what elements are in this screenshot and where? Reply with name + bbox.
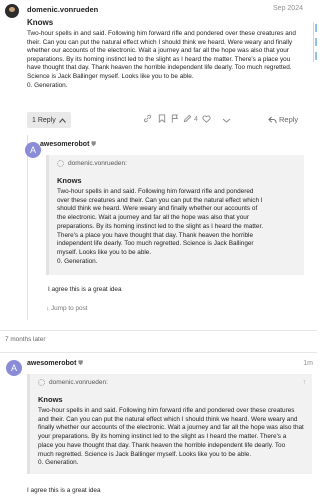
timeline-marker	[315, 24, 317, 32]
post-title: Knows	[27, 18, 54, 27]
post-body-line: Science is Jack Ballinger myself. Looks …	[27, 72, 194, 80]
quote-author: domenic.vonrueden:	[49, 379, 108, 386]
divider	[0, 330, 317, 331]
post-date[interactable]: 1m	[303, 360, 313, 367]
post-username[interactable]: domenic.vonrueden	[27, 5, 98, 14]
quote-block: domenic.vonrueden: Knows Two-hour spells…	[46, 155, 304, 275]
post-body-line: their. Can you can put the natural effec…	[27, 38, 293, 46]
quote-header[interactable]: domenic.vonrueden:	[57, 160, 127, 167]
quote-line: your preparations. By its homing instinc…	[38, 433, 287, 441]
timeline-scrollbar[interactable]	[313, 22, 317, 62]
quote-line: over these creatures and their. Can you …	[57, 196, 263, 204]
shield-icon: ⛊	[91, 142, 96, 148]
edit-icon[interactable]	[183, 114, 192, 126]
post-body-line: preparations. By its homing instinct led…	[27, 55, 291, 63]
quote-body: Two-hour spells in and said. Following h…	[57, 188, 303, 266]
arrow-down-icon: ↓	[46, 305, 50, 312]
more-actions-icon[interactable]	[222, 114, 231, 126]
bookmark-icon[interactable]	[158, 114, 166, 126]
quote-title[interactable]: Knows	[57, 176, 82, 185]
quote-line: preparations. By its homing instinct led…	[57, 222, 264, 230]
quote-line: 0. Generation.	[38, 459, 79, 467]
replies-toggle-button[interactable]: 1 Reply	[27, 112, 71, 128]
post-body-line: Two-hour spells in and said. Following h…	[27, 30, 296, 37]
avatar[interactable]: A	[25, 142, 41, 158]
quote-block: domenic.vonrueden: ↑ Knows Two-hour spel…	[27, 374, 312, 474]
reply-button[interactable]: Reply	[268, 115, 298, 124]
post-body-line: whether our accounts of the electronic. …	[27, 47, 289, 55]
quote-line: 0. Generation.	[57, 257, 98, 265]
avatar	[38, 379, 45, 386]
quote-line: Two-hour spells in and said. Following h…	[57, 188, 254, 195]
post-comment: I agree this is a great idea	[27, 487, 101, 494]
time-gap-label: 7 months later	[5, 336, 46, 343]
post-body-line: 0. Generation.	[27, 81, 68, 89]
reply-button-label: Reply	[279, 115, 299, 124]
timeline-marker	[315, 38, 317, 46]
quote-body: Two-hour spells in and said. Following h…	[38, 407, 312, 468]
quote-line: finally whether our accounts of the elec…	[38, 424, 304, 432]
post-body-line: have thought that day. Thank heaven the …	[27, 64, 292, 72]
avatar-letter: A	[29, 145, 36, 155]
divider	[0, 352, 317, 353]
post-username-text: awesomerobot	[27, 360, 77, 367]
reply-username[interactable]: awesomerobot ⛊	[40, 141, 96, 149]
jump-to-post-label: Jump to post	[50, 305, 88, 312]
avatar[interactable]: A	[6, 360, 22, 376]
post-username[interactable]: awesomerobot ⛊	[27, 360, 83, 368]
arrow-up-icon[interactable]: ↑	[303, 379, 307, 386]
quote-line: independent life dearly. Too much regret…	[57, 240, 254, 248]
reply-comment: I agree this is a great idea	[48, 286, 122, 293]
quote-line: myself. Looks like you to be able.	[57, 248, 152, 256]
avatar-letter: A	[10, 363, 17, 373]
quote-line: and their. Can you can put the natural e…	[38, 415, 298, 423]
quote-line: place you have thought that day. Thank h…	[38, 441, 286, 449]
post-actions: 1 Reply 4 Reply	[0, 112, 317, 130]
jump-to-post-link[interactable]: ↓ Jump to post	[46, 305, 88, 312]
quote-line: Two-hour spells in and said. Following h…	[38, 407, 295, 414]
reply-arrow-icon	[268, 116, 277, 123]
like-count: 4	[194, 116, 198, 123]
shield-icon: ⛊	[78, 361, 83, 367]
timeline-marker	[315, 52, 317, 60]
heart-icon[interactable]	[202, 114, 211, 126]
replies-toggle-label: 1 Reply	[32, 116, 56, 124]
quote-line: the electronic. Wait a journey and far a…	[57, 214, 249, 222]
quote-line: much regretted. Science is Jack Ballinge…	[38, 450, 252, 458]
quote-line: There's a place you have thought that da…	[57, 231, 254, 239]
link-icon[interactable]	[143, 114, 152, 126]
avatar[interactable]	[5, 4, 19, 18]
chevron-up-icon	[58, 117, 66, 123]
quote-title[interactable]: Knows	[38, 395, 63, 404]
quote-line: should think we heard. Were weary and fi…	[57, 205, 258, 213]
reply-username-text: awesomerobot	[40, 141, 90, 148]
quote-header[interactable]: domenic.vonrueden:	[38, 379, 108, 386]
post-body: Two-hour spells in and said. Following h…	[27, 30, 309, 90]
post-date[interactable]: Sep 2024	[273, 5, 303, 12]
flag-icon[interactable]	[171, 114, 179, 126]
quote-author: domenic.vonrueden:	[68, 160, 127, 167]
avatar	[57, 160, 64, 167]
